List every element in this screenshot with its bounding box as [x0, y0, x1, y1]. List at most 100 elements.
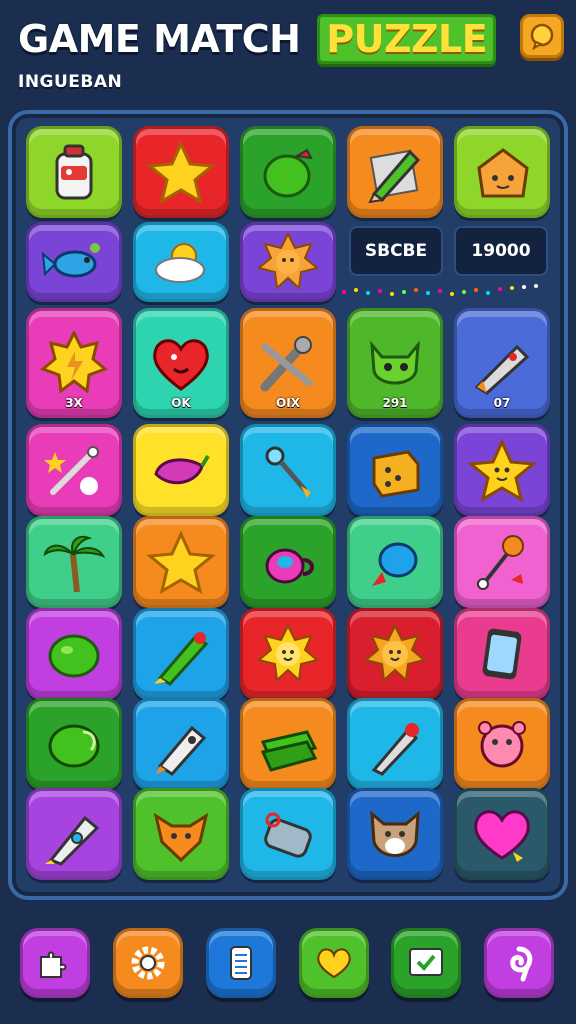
score-value: 19000	[454, 226, 548, 276]
tile-value-label: OK	[171, 396, 191, 410]
marker-icon	[371, 723, 419, 776]
tile-palm-tree[interactable]	[26, 516, 122, 608]
tile-sun-face[interactable]	[347, 608, 443, 700]
tile-fox-face[interactable]	[133, 788, 229, 880]
tile-heart-face[interactable]: OK	[133, 308, 229, 418]
toast-icon	[477, 148, 529, 198]
game-title: GAME MATCH PUZZLE	[18, 14, 497, 64]
tile-money-stack[interactable]	[240, 698, 336, 790]
title-main: GAME MATCH	[18, 17, 301, 61]
tile-can[interactable]	[240, 788, 336, 880]
heart-speech-icon	[317, 948, 351, 979]
teapot-icon	[265, 548, 314, 584]
cat-face-icon	[370, 340, 420, 385]
puzzle-button[interactable]	[20, 928, 90, 998]
phone-icon	[482, 628, 522, 680]
tile-value-label: OIX	[276, 396, 300, 410]
subtitle: INGUEBAN	[18, 72, 123, 92]
tile-lime[interactable]	[240, 126, 336, 218]
rocket-ship-icon	[45, 815, 100, 866]
tile-pig-face[interactable]	[454, 698, 550, 790]
tile-teapot[interactable]	[240, 516, 336, 608]
progress-dots	[342, 284, 538, 296]
star-badge-icon	[40, 331, 108, 394]
rocket-controller-icon	[474, 344, 530, 395]
tile-lime[interactable]	[26, 608, 122, 700]
pencil-icon	[368, 149, 421, 204]
tile-sun-face[interactable]	[240, 222, 336, 302]
tile-sun-cloud[interactable]	[133, 222, 229, 302]
tile-star[interactable]	[133, 126, 229, 218]
star-face-icon	[467, 438, 537, 502]
tile-dog-face[interactable]	[347, 788, 443, 880]
tile-phone[interactable]	[454, 608, 550, 700]
tile-rocket-ship[interactable]	[26, 788, 122, 880]
tile-magic-wand[interactable]	[26, 424, 122, 516]
money-stack-icon	[260, 730, 318, 772]
tile-cat-face[interactable]: 291	[347, 308, 443, 418]
settings-button[interactable]	[113, 928, 183, 998]
battery-jar-icon	[55, 144, 93, 200]
magic-wand-icon	[44, 446, 99, 495]
tile-dice[interactable]	[347, 424, 443, 516]
header: GAME MATCH PUZZLE INGUEBAN	[0, 0, 576, 105]
tile-balloon[interactable]	[347, 516, 443, 608]
tile-marker[interactable]	[347, 698, 443, 790]
sun-face-icon	[363, 623, 427, 683]
tile-star[interactable]	[133, 516, 229, 608]
can-icon	[264, 812, 312, 858]
tile-value-label: 3X	[65, 396, 83, 410]
fish-icon	[41, 243, 100, 278]
tile-fish[interactable]	[26, 222, 122, 302]
key-icon	[265, 446, 311, 498]
chat-bubble-icon	[530, 23, 554, 50]
tile-lime[interactable]	[26, 698, 122, 790]
heart-face-icon	[153, 339, 209, 391]
tile-wrench[interactable]: OIX	[240, 308, 336, 418]
chat-button[interactable]	[520, 14, 564, 58]
tile-chili-pepper[interactable]	[133, 424, 229, 516]
tile-value-label: 291	[382, 396, 408, 410]
maracas-icon	[477, 535, 524, 590]
fox-face-icon	[153, 812, 209, 863]
tile-key[interactable]	[240, 424, 336, 516]
tile-star-badge[interactable]: 3X	[26, 308, 122, 418]
lime-icon	[48, 634, 100, 678]
chili-pepper-icon	[154, 454, 210, 485]
list-button[interactable]	[206, 928, 276, 998]
sun-face-icon	[256, 623, 320, 683]
swirl-icon	[510, 946, 533, 982]
score-label: SBCBE	[349, 226, 443, 276]
heart-chat-button[interactable]	[299, 928, 369, 998]
tile-rocket[interactable]	[133, 608, 229, 700]
screen-check-icon	[409, 948, 443, 976]
balloon-icon	[372, 542, 418, 586]
swirl-button[interactable]	[484, 928, 554, 998]
tile-heart[interactable]	[454, 788, 550, 880]
tile-pencil[interactable]	[347, 126, 443, 218]
tile-sun-face[interactable]	[240, 608, 336, 700]
sun-cloud-icon	[155, 243, 205, 283]
tile-value-label: 07	[493, 396, 511, 410]
tile-toast[interactable]	[454, 126, 550, 218]
tile-battery-jar[interactable]	[26, 126, 122, 218]
dog-face-icon	[370, 810, 420, 857]
gear-icon	[131, 946, 165, 980]
lime-icon	[48, 724, 100, 768]
list-icon	[230, 946, 252, 980]
heart-icon	[474, 810, 530, 862]
dice-icon	[372, 450, 420, 498]
sun-face-icon	[256, 231, 320, 291]
wrench-icon	[260, 336, 313, 392]
tile-maracas[interactable]	[454, 516, 550, 608]
pig-face-icon	[478, 721, 526, 768]
screen-check-button[interactable]	[391, 928, 461, 998]
palm-tree-icon	[43, 535, 106, 593]
tile-star-face[interactable]	[454, 424, 550, 516]
rocket-icon	[154, 632, 209, 686]
remote-icon	[156, 725, 207, 776]
title-accent: PUZZLE	[317, 14, 497, 64]
tile-rocket-controller[interactable]: 07	[454, 308, 550, 418]
tile-remote[interactable]	[133, 698, 229, 790]
star-icon	[146, 140, 216, 204]
